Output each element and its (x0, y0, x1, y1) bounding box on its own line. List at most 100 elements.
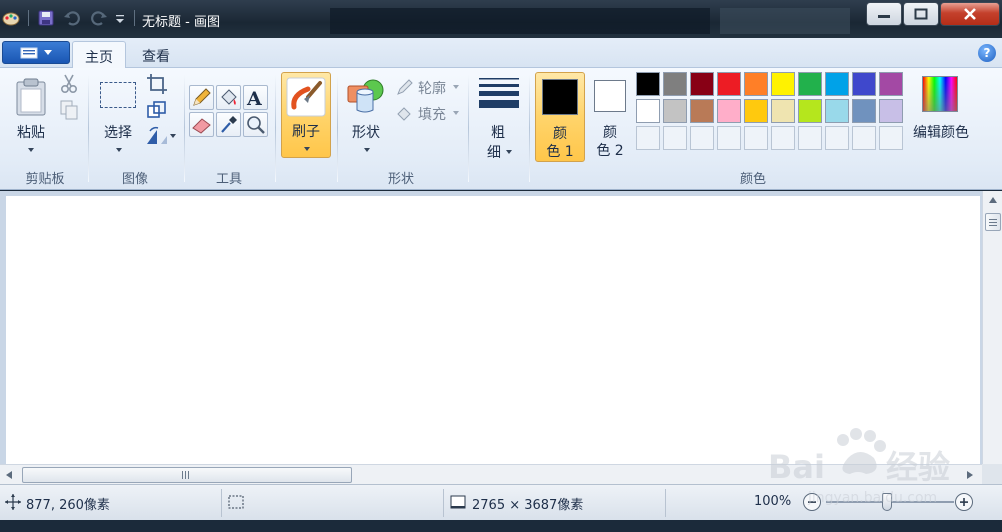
eraser-tool[interactable] (189, 112, 214, 137)
palette-swatch[interactable] (771, 99, 795, 123)
drawing-canvas[interactable] (6, 196, 980, 464)
app-menu-button[interactable] (2, 41, 70, 64)
status-separator (221, 489, 222, 517)
maximize-icon (914, 8, 928, 20)
paint-app-icon[interactable] (2, 9, 20, 27)
scroll-left-icon[interactable] (6, 471, 12, 479)
custom-color-slot[interactable] (771, 126, 795, 150)
magnifier-icon (247, 116, 265, 134)
baidu-watermark-logo: Bai 经验 jingyan.baidu.com (768, 428, 950, 506)
ribbon-tab-row: 主页 查看 ? (0, 38, 1002, 69)
svg-text:A: A (246, 88, 262, 109)
brushes-button[interactable]: 刷子 (281, 72, 331, 158)
custom-color-slot[interactable] (636, 126, 660, 150)
size-button[interactable]: 粗 细 (474, 72, 524, 161)
palette-swatch[interactable] (852, 99, 876, 123)
vertical-scroll-thumb[interactable] (985, 213, 1001, 231)
palette-swatch[interactable] (798, 72, 822, 96)
color2-swatch (594, 80, 626, 112)
background-window-blur (330, 8, 710, 34)
custom-color-slot[interactable] (744, 126, 768, 150)
scroll-up-icon[interactable] (989, 197, 997, 203)
palette-swatch[interactable] (690, 72, 714, 96)
palette-swatch[interactable] (663, 99, 687, 123)
paste-button[interactable]: 粘贴 (6, 72, 56, 158)
custom-color-slot[interactable] (798, 126, 822, 150)
palette-swatch[interactable] (825, 99, 849, 123)
shapes-button[interactable]: 形状 (343, 72, 389, 158)
resize-icon[interactable] (146, 99, 168, 121)
color2-label-line2: 色 2 (596, 143, 624, 159)
outline-label: 轮廓 (418, 81, 446, 97)
palette-swatch[interactable] (879, 72, 903, 96)
custom-color-slot[interactable] (663, 126, 687, 150)
group-separator (529, 74, 530, 182)
title-bar: 无标题 - 画图 (0, 0, 1002, 38)
group-separator (184, 74, 185, 182)
paint-bucket-icon (221, 89, 237, 105)
copy-icon[interactable] (58, 99, 80, 121)
qat-customize-icon[interactable] (114, 9, 126, 27)
help-icon[interactable]: ? (978, 44, 996, 62)
fill-tool[interactable] (216, 85, 241, 110)
palette-swatch[interactable] (636, 99, 660, 123)
palette-swatch[interactable] (825, 72, 849, 96)
custom-color-slot[interactable] (825, 126, 849, 150)
image-size-icon (450, 495, 466, 509)
shapes-icon (347, 79, 384, 113)
palette-swatch[interactable] (717, 72, 741, 96)
svg-text:经验: 经验 (886, 448, 950, 486)
tab-home[interactable]: 主页 (72, 41, 126, 69)
outline-button[interactable]: 轮廓 (394, 76, 464, 98)
fill-label: 填充 (418, 107, 446, 123)
brushes-label: 刷子 (292, 124, 320, 140)
palette-swatch[interactable] (717, 99, 741, 123)
save-icon[interactable] (37, 9, 55, 27)
select-button[interactable]: 选择 (94, 72, 142, 158)
rotate-icon[interactable] (144, 125, 176, 147)
palette-swatch[interactable] (879, 99, 903, 123)
fill-button[interactable]: 填充 (394, 102, 464, 124)
svg-text:jingyan.baidu.com: jingyan.baidu.com (807, 490, 937, 506)
cut-icon[interactable] (58, 73, 80, 95)
custom-color-slot[interactable] (852, 126, 876, 150)
custom-color-slot[interactable] (690, 126, 714, 150)
palette-swatch[interactable] (663, 72, 687, 96)
color2-button[interactable]: 颜 色 2 (588, 72, 634, 162)
color1-button[interactable]: 颜 色 1 (535, 72, 585, 162)
palette-swatch[interactable] (771, 72, 795, 96)
palette-swatch[interactable] (852, 72, 876, 96)
background-window-blur (720, 8, 850, 34)
qat-separator (134, 10, 135, 26)
brush-icon (286, 77, 326, 117)
chevron-down-icon (506, 150, 512, 154)
maximize-button[interactable] (903, 2, 939, 26)
palette-swatch[interactable] (636, 72, 660, 96)
palette-swatch[interactable] (744, 72, 768, 96)
image-size: 2765 × 3687像素 (472, 498, 584, 513)
select-label: 选择 (104, 125, 132, 141)
crop-icon[interactable] (146, 73, 168, 95)
colors-group-label: 颜色 (739, 172, 766, 187)
palette-swatch[interactable] (744, 99, 768, 123)
color-spectrum-icon (922, 76, 958, 112)
undo-icon[interactable] (63, 9, 81, 27)
minimize-button[interactable] (866, 2, 902, 26)
tab-view[interactable]: 查看 (130, 41, 182, 69)
chevron-down-icon (44, 49, 52, 55)
magnifier-tool[interactable] (243, 112, 268, 137)
color1-swatch (542, 79, 578, 115)
select-icon (100, 82, 136, 108)
close-button[interactable] (940, 2, 1000, 26)
edit-colors-button[interactable]: 编辑颜色 (910, 72, 972, 158)
pencil-tool[interactable] (189, 85, 214, 110)
text-tool[interactable]: A (243, 85, 268, 110)
palette-swatch[interactable] (798, 99, 822, 123)
redo-icon[interactable] (90, 9, 108, 27)
vertical-scrollbar[interactable] (982, 191, 1002, 464)
custom-color-slot[interactable] (879, 126, 903, 150)
palette-swatch[interactable] (690, 99, 714, 123)
color-picker-tool[interactable] (216, 112, 241, 137)
horizontal-scroll-thumb[interactable] (22, 467, 352, 483)
custom-color-slot[interactable] (717, 126, 741, 150)
